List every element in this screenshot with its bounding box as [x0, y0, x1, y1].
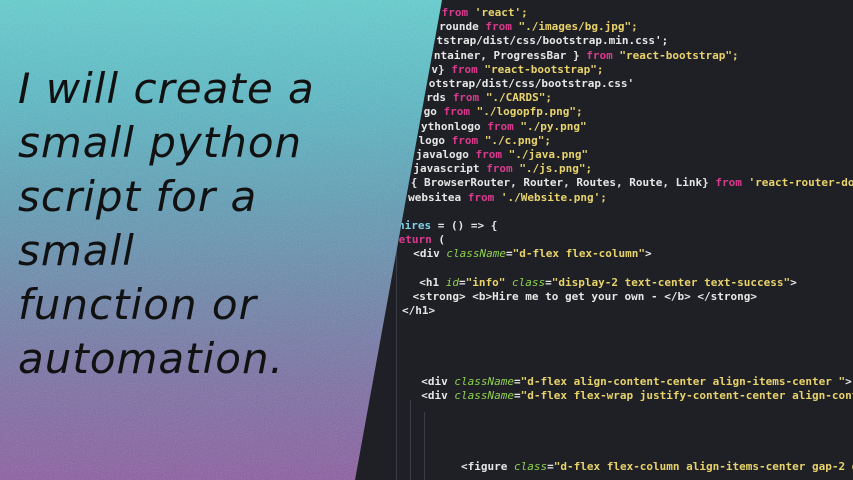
code-line: return (	[392, 233, 445, 247]
headline-line: I will create a	[18, 64, 315, 113]
code-line: tstrap/dist/css/bootstrap.min.css';	[436, 34, 669, 48]
headline-line: script for a	[18, 172, 258, 221]
code-line: javalogo from "./java.png"	[415, 148, 589, 161]
code-line: from 'react';	[441, 6, 528, 19]
code-line: rds from "./CARDS";	[426, 91, 553, 105]
code-line: javascript from "./js.png";	[413, 162, 593, 176]
code-line: websitea from './Website.png';	[408, 190, 607, 204]
code-line: { BrowserRouter, Router, Routes, Route, …	[410, 176, 853, 190]
code-line: ntainer, ProgressBar } from "react-boots…	[433, 48, 739, 62]
code-line: <div className="d-flex align-content-cen…	[408, 375, 852, 389]
code-line: <div className="d-flex flex-column">	[400, 247, 652, 261]
headline-line: small python	[18, 118, 303, 167]
code-line: <figure class="d-flex flex-column align-…	[408, 460, 853, 474]
code-line: otstrap/dist/css/bootstrap.css'	[428, 77, 635, 90]
code-line: rounde from "./images/bg.jpg";	[439, 20, 638, 34]
code-line: <strong> <b>Hire me to get your own - </…	[406, 290, 757, 303]
code-line: </h1>	[402, 304, 436, 318]
indent-guide	[396, 236, 397, 480]
code-line: go from "./logopfp.png";	[423, 105, 583, 119]
code-line: v} from "react-bootstrap";	[431, 62, 604, 76]
code-line: <div className="d-flex flex-wrap justify…	[408, 389, 853, 403]
code-line: <h1 id="info" class="display-2 text-cent…	[406, 275, 797, 289]
code-line: ythonlogo from "./py.png"	[421, 119, 587, 133]
headline-line: automation.	[18, 334, 284, 383]
headline-text: I will create a small python script for …	[18, 62, 378, 386]
code-line: logo from "./c.png";	[418, 133, 551, 147]
headline-line: small	[18, 226, 135, 275]
headline-line: function or	[18, 280, 257, 329]
code-line: hires = () => {	[398, 219, 498, 232]
